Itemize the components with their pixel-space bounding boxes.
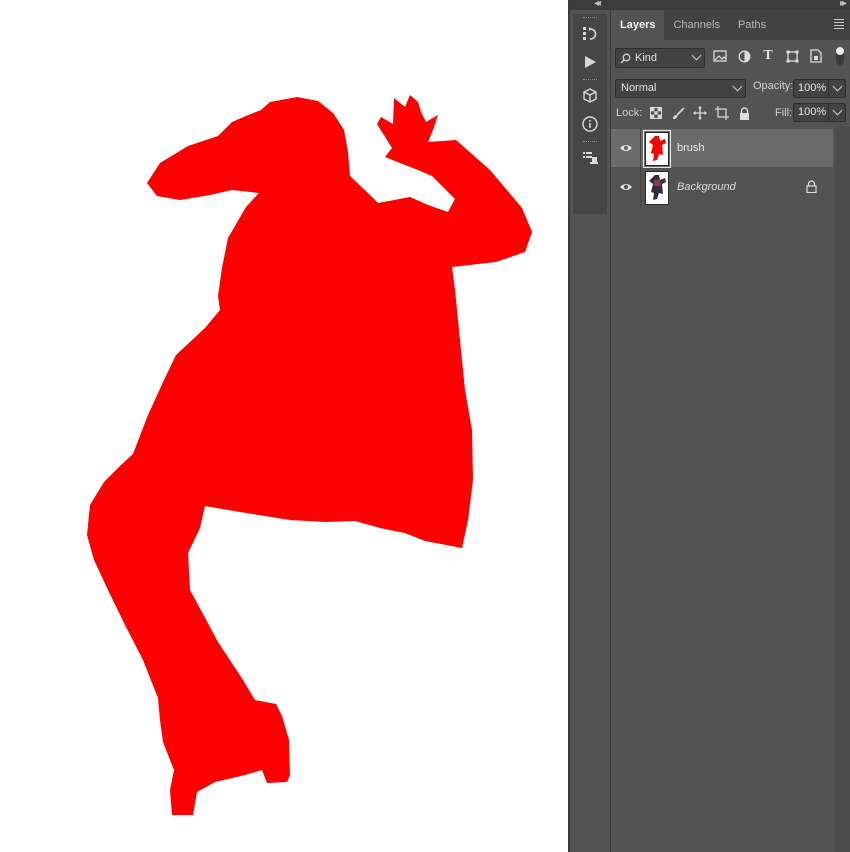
info-icon[interactable]: [573, 110, 607, 138]
chevron-down-icon[interactable]: [832, 81, 843, 92]
filter-row: Kind T: [611, 42, 850, 72]
layer-thumbnail: [645, 171, 669, 205]
fill-value: 100%: [798, 106, 827, 118]
shape-filter-icon[interactable]: [784, 48, 800, 64]
layer-row-brush[interactable]: brush: [611, 129, 833, 168]
blend-mode-dropdown[interactable]: Normal: [615, 79, 746, 98]
layers-panel: ▸▸ Layers Channels Paths Kind T Normal O…: [611, 0, 850, 852]
tab-paths[interactable]: Paths: [729, 10, 775, 40]
lock-image-pixels-icon[interactable]: [671, 106, 685, 120]
layer-name[interactable]: brush: [677, 142, 705, 154]
opacity-value: 100%: [798, 82, 827, 94]
smart-object-filter-icon[interactable]: [808, 48, 824, 64]
adjustment-filter-icon[interactable]: [736, 48, 752, 64]
toolstrip-header: ◂◂: [570, 0, 610, 10]
collapse-left-icon[interactable]: ◂◂: [594, 0, 601, 9]
filter-kind-dropdown[interactable]: Kind: [615, 48, 705, 68]
lock-all-icon[interactable]: [737, 106, 751, 120]
panel-tabs: Layers Channels Paths: [611, 10, 850, 40]
collapse-right-icon[interactable]: ▸▸: [840, 0, 847, 9]
image-filter-icon[interactable]: [712, 48, 728, 64]
red-silhouette-figure: [87, 95, 532, 815]
chevron-down-icon: [691, 50, 702, 61]
search-icon: [620, 53, 631, 64]
type-filter-icon[interactable]: T: [760, 48, 776, 64]
opacity-field[interactable]: 100%: [793, 79, 846, 98]
tab-layers[interactable]: Layers: [611, 10, 665, 40]
chevron-down-icon: [732, 81, 743, 92]
visibility-eye-icon[interactable]: [619, 180, 633, 194]
chevron-down-icon[interactable]: [832, 105, 843, 116]
panel-menu-icon[interactable]: [834, 19, 844, 31]
lock-label: Lock:: [616, 107, 643, 119]
opacity-label: Opacity:: [753, 80, 794, 92]
filter-kind-label: Kind: [635, 52, 658, 64]
layer-lock-icon: [806, 180, 817, 193]
lock-position-icon[interactable]: [693, 106, 707, 120]
layer-thumbnail: [643, 130, 671, 168]
blend-row: Normal Opacity: 100%: [611, 74, 850, 100]
filter-toggle-switch[interactable]: [836, 47, 844, 65]
properties-icon[interactable]: [573, 144, 607, 172]
panel-icon-group: [573, 14, 607, 214]
blend-mode-value: Normal: [621, 82, 657, 94]
visibility-eye-icon[interactable]: [619, 141, 633, 155]
layer-row-background[interactable]: Background: [611, 168, 833, 206]
panel-header-bar: ▸▸: [611, 0, 850, 10]
lock-transparent-pixels-icon[interactable]: [649, 106, 663, 120]
tab-channels[interactable]: Channels: [664, 10, 728, 40]
layer-name[interactable]: Background: [677, 181, 736, 193]
history-icon[interactable]: [573, 20, 607, 48]
fill-field[interactable]: 100%: [793, 103, 846, 122]
collapsed-panel-strip: ◂◂: [570, 0, 611, 852]
3d-icon[interactable]: [573, 82, 607, 110]
document-canvas[interactable]: [0, 0, 568, 852]
fill-label: Fill:: [775, 107, 793, 119]
actions-play-icon[interactable]: [573, 48, 607, 76]
lock-artboard-icon[interactable]: [715, 106, 729, 120]
layers-scrollbar[interactable]: [835, 127, 850, 852]
